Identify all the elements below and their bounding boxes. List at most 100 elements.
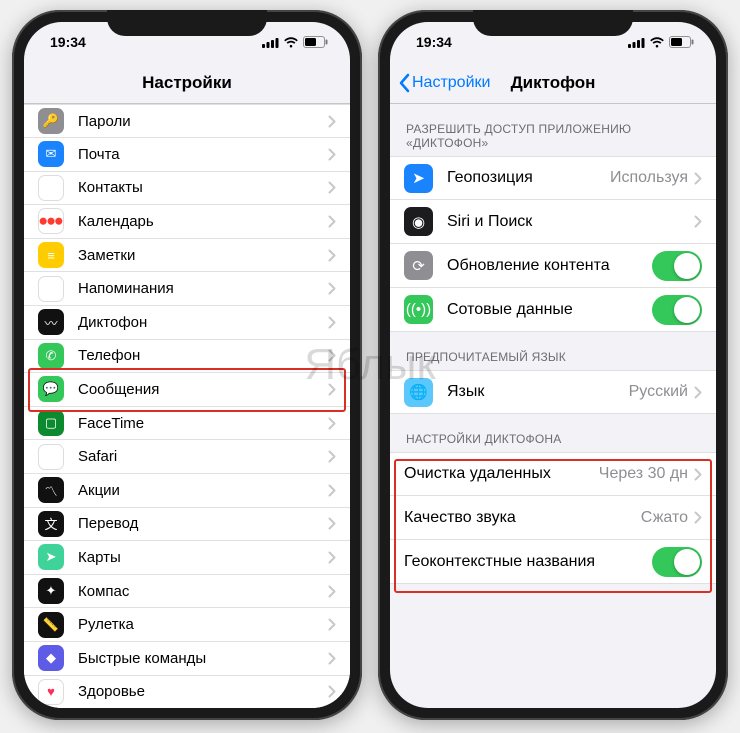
settings-row[interactable]: ☰Напоминания bbox=[24, 272, 350, 306]
settings-list[interactable]: 🔑 Пароли ✉︎ Почта ☷ Контакты ⬤⬤⬤Календарь ≡ Заме… bbox=[24, 104, 350, 708]
toggle-switch[interactable] bbox=[652, 251, 702, 281]
row-label: Качество звука bbox=[404, 509, 641, 527]
refresh-icon: ⟳ bbox=[404, 251, 433, 280]
settings-row[interactable]: 文Перевод bbox=[24, 508, 350, 542]
row-label: Телефон bbox=[78, 347, 328, 364]
settings-row[interactable]: ☷ Контакты bbox=[24, 172, 350, 206]
row-value: Через 30 дн bbox=[599, 465, 688, 483]
group-header: ПРЕДПОЧИТАЕМЫЙ ЯЗЫК bbox=[390, 332, 716, 370]
settings-row[interactable]: Очистка удаленныхЧерез 30 дн bbox=[390, 452, 716, 496]
settings-row[interactable]: 💬Сообщения bbox=[24, 373, 350, 407]
settings-row[interactable]: ◉ Safari bbox=[24, 440, 350, 474]
chevron-right-icon bbox=[328, 349, 336, 362]
nav-title: Настройки bbox=[142, 73, 232, 93]
notch bbox=[107, 10, 267, 36]
row-label: Safari bbox=[78, 448, 328, 465]
maps-icon: ➤ bbox=[38, 544, 64, 570]
row-value: Сжато bbox=[641, 509, 688, 527]
row-label: Контакты bbox=[78, 179, 328, 196]
key-icon: 🔑 bbox=[38, 108, 64, 134]
language-icon: 🌐 bbox=[404, 378, 433, 407]
settings-row[interactable]: ▢FaceTime bbox=[24, 407, 350, 441]
row-label: Пароли bbox=[78, 113, 328, 130]
row-label: Напоминания bbox=[78, 280, 328, 297]
cellular-icon: ((•)) bbox=[404, 295, 433, 324]
toggle-switch[interactable] bbox=[652, 295, 702, 325]
settings-row[interactable]: ◉Siri и Поиск bbox=[390, 200, 716, 244]
messages-icon: 💬 bbox=[38, 376, 64, 402]
chevron-right-icon bbox=[328, 484, 336, 497]
row-label: Почта bbox=[78, 146, 328, 163]
mail-icon: ✉︎ bbox=[38, 141, 64, 167]
row-value: Используя bbox=[610, 169, 688, 187]
back-label: Настройки bbox=[412, 74, 490, 92]
chevron-right-icon bbox=[328, 115, 336, 128]
shortcuts-icon: ◆ bbox=[38, 645, 64, 671]
battery-icon bbox=[303, 36, 328, 48]
settings-row[interactable]: ➤ Карты bbox=[24, 541, 350, 575]
notes-icon: ≡ bbox=[38, 242, 64, 268]
status-time: 19:34 bbox=[50, 34, 86, 50]
chevron-right-icon bbox=[328, 316, 336, 329]
row-label: Заметки bbox=[78, 247, 328, 264]
row-label: Сотовые данные bbox=[447, 301, 652, 319]
chevron-right-icon bbox=[328, 383, 336, 396]
chevron-right-icon bbox=[328, 417, 336, 430]
measure-icon: 📏 bbox=[38, 612, 64, 638]
settings-row[interactable]: ➤ ГеопозицияИспользуя bbox=[390, 156, 716, 200]
voice-memos-settings[interactable]: РАЗРЕШИТЬ ДОСТУП ПРИЛОЖЕНИЮ «ДИКТОФОН»➤Г… bbox=[390, 104, 716, 584]
facetime-icon: ▢ bbox=[38, 410, 64, 436]
calendar-icon: ⬤⬤⬤ bbox=[38, 208, 64, 234]
toggle-switch[interactable] bbox=[652, 547, 702, 577]
chevron-right-icon bbox=[328, 551, 336, 564]
settings-row[interactable]: ✆ Телефон bbox=[24, 340, 350, 374]
wifi-icon bbox=[649, 37, 665, 48]
chevron-left-icon bbox=[398, 73, 410, 93]
settings-row[interactable]: ⟳Обновление контента bbox=[390, 244, 716, 288]
chevron-right-icon bbox=[694, 386, 702, 399]
settings-row[interactable]: ◆ Быстрые команды bbox=[24, 642, 350, 676]
back-button[interactable]: Настройки bbox=[398, 73, 490, 93]
contacts-icon: ☷ bbox=[38, 175, 64, 201]
row-value: Русский bbox=[629, 383, 688, 401]
cellular-signal-icon bbox=[262, 37, 279, 48]
row-label: Язык bbox=[447, 383, 629, 401]
settings-row[interactable]: 📏 Рулетка bbox=[24, 608, 350, 642]
row-label: Геопозиция bbox=[447, 169, 610, 187]
chevron-right-icon bbox=[694, 172, 702, 185]
phone-right: 19:34 Настройки Диктофон РАЗРЕШИТЬ ДОСТУ… bbox=[378, 10, 728, 720]
nav-title: Диктофон bbox=[511, 73, 596, 93]
settings-row[interactable]: Качество звукаСжато bbox=[390, 496, 716, 540]
location-icon: ➤ bbox=[404, 164, 433, 193]
row-label: Диктофон bbox=[78, 314, 328, 331]
row-label: Рулетка bbox=[78, 616, 328, 633]
chevron-right-icon bbox=[328, 652, 336, 665]
settings-row[interactable]: ≡ Заметки bbox=[24, 239, 350, 273]
row-label: Перевод bbox=[78, 515, 328, 532]
status-time: 19:34 bbox=[416, 34, 452, 50]
chevron-right-icon bbox=[328, 148, 336, 161]
settings-row[interactable]: ✦Компас bbox=[24, 575, 350, 609]
phone-left: 19:34 Настройки 🔑 Пароли ✉︎ Почта ☷ Контакты ⬤… bbox=[12, 10, 362, 720]
settings-row[interactable]: Геоконтекстные названия bbox=[390, 540, 716, 584]
settings-row[interactable]: 🔑 Пароли bbox=[24, 104, 350, 138]
settings-row[interactable]: 〰 Диктофон bbox=[24, 306, 350, 340]
phone-icon: ✆ bbox=[38, 343, 64, 369]
settings-row[interactable]: 🌐 ЯзыкРусский bbox=[390, 370, 716, 414]
health-icon: ♥ bbox=[38, 679, 64, 705]
settings-row[interactable]: ✉︎ Почта bbox=[24, 138, 350, 172]
settings-row[interactable]: ♥Здоровье bbox=[24, 676, 350, 709]
voice-memos-icon: 〰 bbox=[38, 309, 64, 335]
safari-icon: ◉ bbox=[38, 444, 64, 470]
row-label: Быстрые команды bbox=[78, 650, 328, 667]
chevron-right-icon bbox=[328, 517, 336, 530]
row-label: Геоконтекстные названия bbox=[404, 553, 652, 571]
settings-row[interactable]: 〽︎Акции bbox=[24, 474, 350, 508]
chevron-right-icon bbox=[694, 511, 702, 524]
row-label: Очистка удаленных bbox=[404, 465, 599, 483]
settings-row[interactable]: ((•)) Сотовые данные bbox=[390, 288, 716, 332]
row-label: Карты bbox=[78, 549, 328, 566]
settings-row[interactable]: ⬤⬤⬤Календарь bbox=[24, 205, 350, 239]
chevron-right-icon bbox=[328, 215, 336, 228]
row-label: Акции bbox=[78, 482, 328, 499]
